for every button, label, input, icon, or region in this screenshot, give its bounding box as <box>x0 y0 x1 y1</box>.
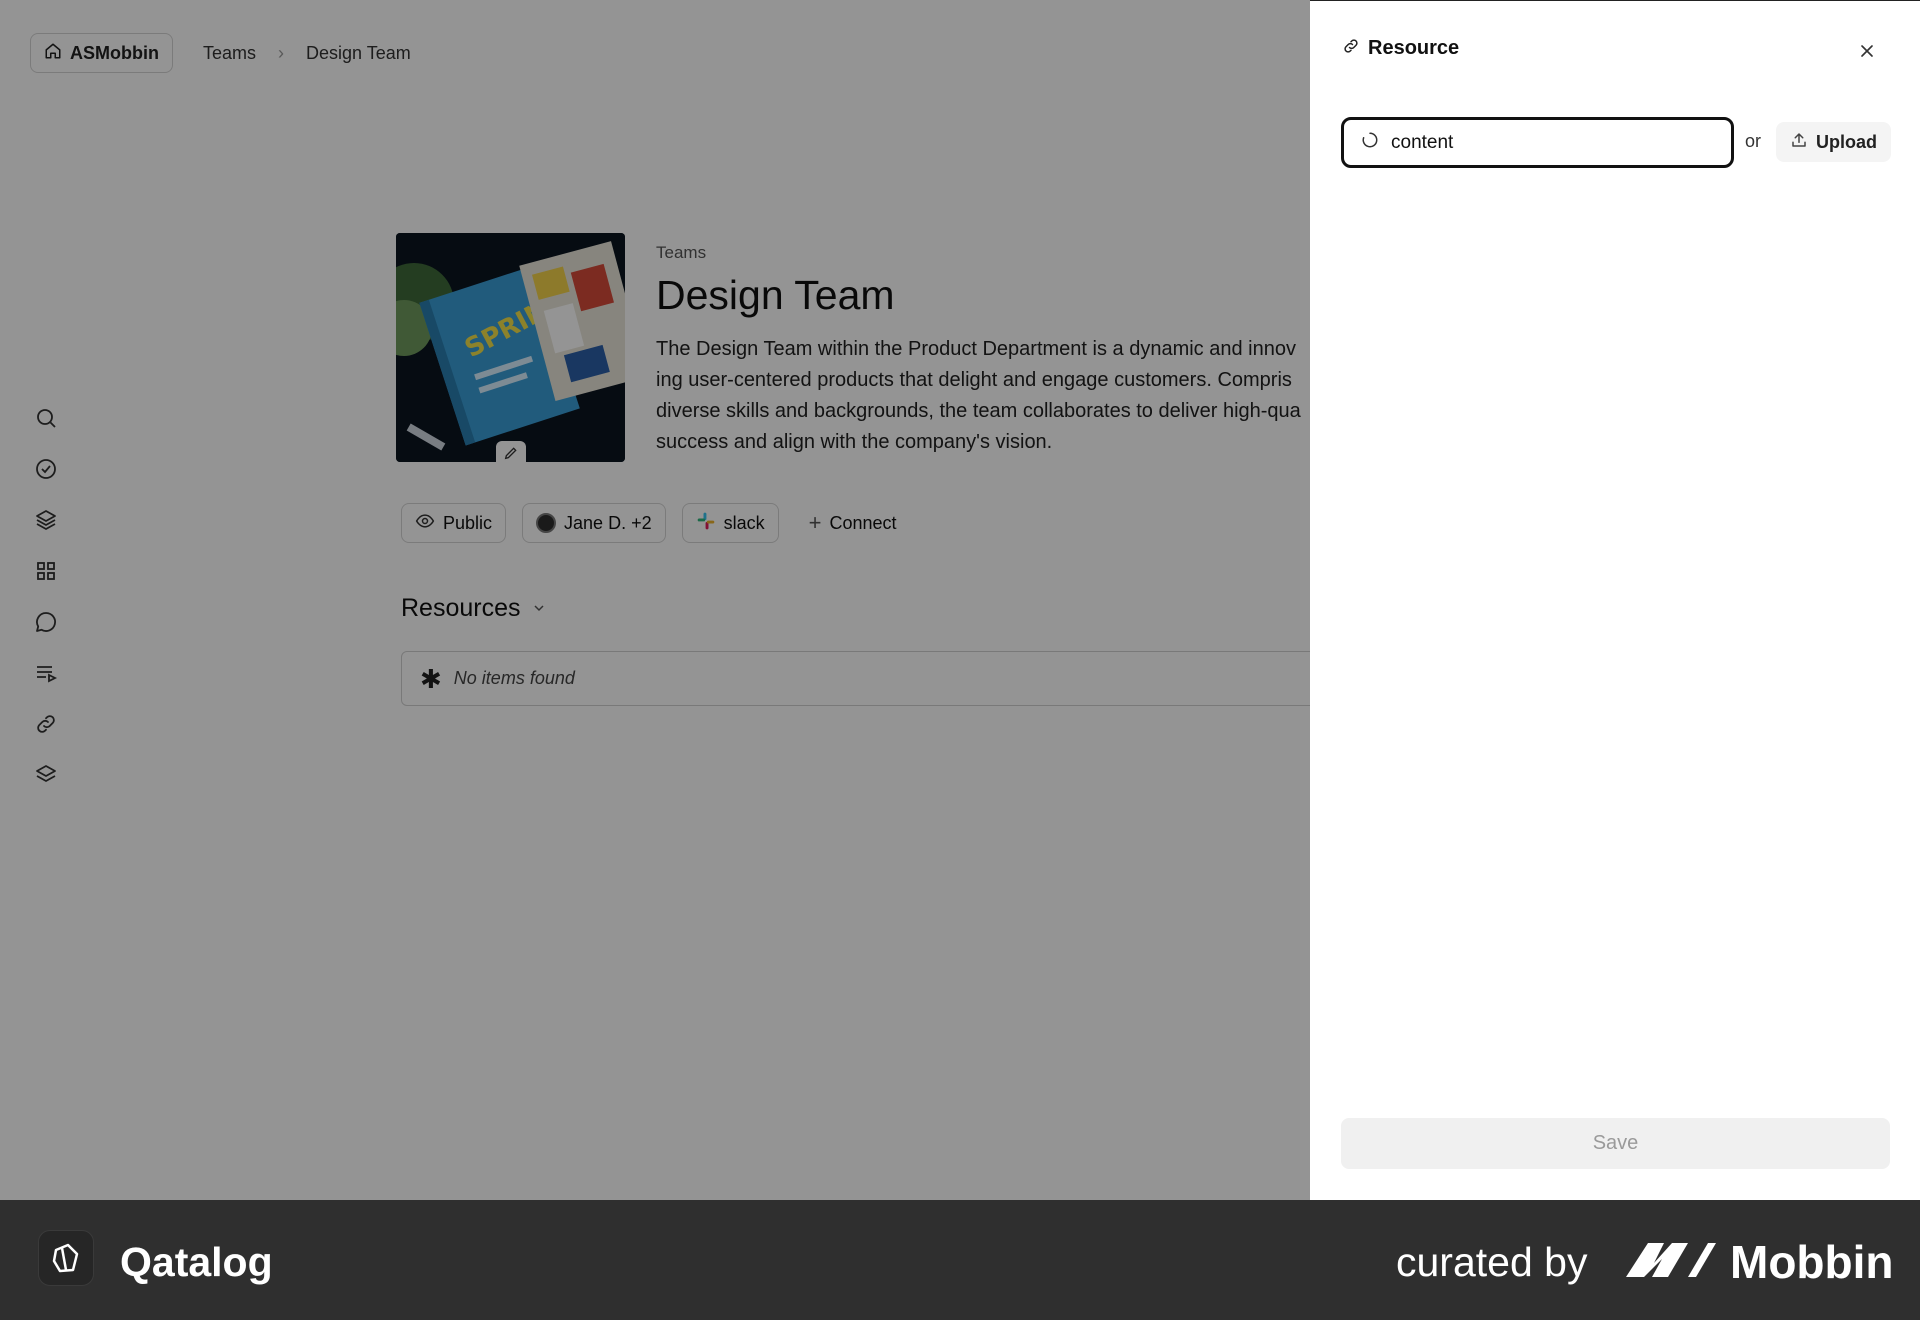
upload-icon <box>1790 131 1808 154</box>
curated-by-label: curated by <box>1396 1239 1588 1285</box>
panel-header: Resource <box>1342 37 1459 60</box>
attribution-footer: Qatalog curated by Mobbin <box>0 1200 1920 1320</box>
resource-search-field[interactable] <box>1341 117 1734 168</box>
upload-button[interactable]: Upload <box>1776 122 1891 162</box>
spinner-icon <box>1361 131 1379 154</box>
or-label: or <box>1745 131 1762 151</box>
close-icon <box>1857 41 1877 66</box>
brand-name: Qatalog <box>120 1239 273 1285</box>
upload-label: Upload <box>1816 131 1877 152</box>
panel-title: Resource <box>1368 37 1460 59</box>
resource-search-input[interactable] <box>1391 131 1711 154</box>
close-panel-button[interactable] <box>1852 38 1882 68</box>
qatalog-logo-icon <box>38 1230 94 1286</box>
resource-panel: Resource <box>1310 0 1920 1200</box>
modal-backdrop[interactable] <box>0 0 1310 1200</box>
curator-name: Mobbin <box>1730 1236 1894 1288</box>
save-button[interactable]: Save <box>1341 1118 1890 1169</box>
link-icon <box>1342 37 1360 60</box>
mobbin-logo-icon <box>1626 1237 1716 1288</box>
